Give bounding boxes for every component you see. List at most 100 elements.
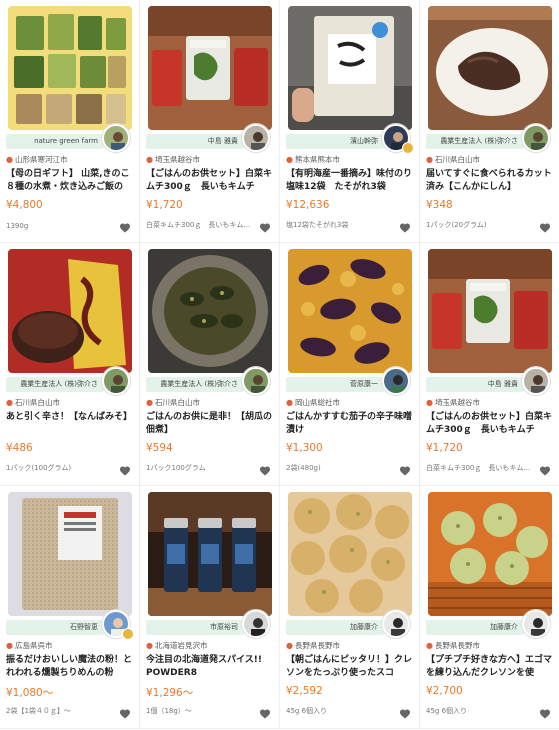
product-title[interactable]: 今注目の北海道発スパイス!! POWDER8 [145, 654, 274, 680]
product-card[interactable]: 農業生産法人 (株)弥介さ ● 石川県白山市 あと引く辛さ！【なんばみそ】 ¥48… [0, 243, 140, 486]
producer-name[interactable]: 農業生産法人 (株)弥介さ [426, 134, 524, 149]
producer-name[interactable]: 農業生産法人 (株)弥介さ [146, 377, 244, 392]
heart-icon[interactable] [259, 708, 271, 720]
avatar[interactable] [242, 610, 270, 638]
product-image[interactable] [287, 492, 412, 616]
heart-icon[interactable] [399, 222, 411, 234]
product-spec: 白菜キムチ300ｇ 長いもキム… [146, 221, 251, 229]
product-title[interactable]: 【有明海産一番摘み】味付のり 塩味12袋 たそがれ3袋 [285, 168, 414, 194]
product-card[interactable]: 農業生産法人 (株)弥介さ ● 石川県白山市 ごはんのお供に是非！【胡瓜の佃煮】 … [140, 243, 280, 486]
product-title[interactable]: 届いてすぐに食べられるカット済み【こんかにしん】 [425, 168, 554, 194]
product-image[interactable] [7, 492, 132, 616]
product-price: ¥4,800 [6, 199, 43, 211]
location: ● 山形県寒河江市 [5, 154, 134, 165]
producer-name[interactable]: 加藤康介 [286, 620, 384, 635]
product-title[interactable]: あと引く辛さ！【なんばみそ】 [5, 411, 134, 437]
product-card[interactable]: 菅原康一 ● 岡山県総社市 ごはんかすすむ茄子の辛子味噌漬け ¥1,300 2袋(… [280, 243, 420, 486]
product-spec: 1パック(100グラム) [6, 464, 72, 472]
product-image[interactable] [147, 6, 272, 130]
product-title[interactable]: 振るだけおいしい魔法の粉！とれわれる燻製ちりめんの粉 [5, 654, 134, 680]
product-price: ¥1,080〜 [6, 687, 54, 699]
avatar[interactable] [102, 367, 130, 395]
avatar[interactable] [522, 367, 550, 395]
heart-icon[interactable] [399, 708, 411, 720]
product-card[interactable]: 加藤康介 ● 長野県長野市 【朝ごはんにピッタリ！】クレソンをたっぷり使ったスコ … [280, 486, 420, 729]
producer-row[interactable]: 農業生産法人 (株)弥介さ [425, 124, 554, 152]
product-title[interactable]: 【母の日ギフト】 山菜,きのこ８種の水煮・炊き込みご飯の [5, 168, 134, 194]
product-image[interactable] [287, 6, 412, 130]
producer-name[interactable]: 加藤康介 [426, 620, 524, 635]
producer-name[interactable]: 石野智恵 [6, 620, 104, 635]
product-price: ¥1,300 [286, 442, 323, 454]
producer-name[interactable]: 中島 雅貴 [426, 377, 524, 392]
product-image[interactable] [427, 6, 552, 130]
location: ● 長野県長野市 [425, 640, 554, 651]
heart-icon[interactable] [119, 708, 131, 720]
heart-icon[interactable] [539, 222, 551, 234]
producer-name[interactable]: 農業生産法人 (株)弥介さ [6, 377, 104, 392]
product-title[interactable]: 【ごはんのお供セット】白菜キムチ300ｇ 長いもキムチ [425, 411, 554, 437]
location-text: 広島県呉市 [14, 641, 53, 650]
avatar[interactable] [382, 367, 410, 395]
producer-name[interactable]: 市原裕司 [146, 620, 244, 635]
producer-row[interactable]: 中島 雅貴 [145, 124, 274, 152]
heart-icon[interactable] [259, 222, 271, 234]
product-image[interactable] [427, 249, 552, 373]
heart-icon[interactable] [259, 465, 271, 477]
product-card[interactable]: 市原裕司 ● 北海道岩見沢市 今注目の北海道発スパイス!! POWDER8 ¥1,… [140, 486, 280, 729]
producer-name[interactable]: nature green farm [6, 134, 104, 149]
producer-row[interactable]: 菅原康一 [285, 367, 414, 395]
avatar[interactable] [522, 124, 550, 152]
product-spec: 1パック100グラム [146, 464, 206, 472]
producer-row[interactable]: nature green farm [5, 124, 134, 152]
avatar[interactable] [522, 610, 550, 638]
product-image[interactable] [287, 249, 412, 373]
product-spec: 45g 6個入り [426, 707, 468, 715]
product-title[interactable]: 【ごはんのお供セット】白菜キムチ300ｇ 長いもキムチ [145, 168, 274, 194]
location-text: 石川県白山市 [434, 155, 480, 164]
avatar[interactable] [382, 610, 410, 638]
product-image[interactable] [7, 6, 132, 130]
avatar[interactable] [242, 124, 270, 152]
product-image[interactable] [147, 249, 272, 373]
product-card[interactable]: nature green farm ● 山形県寒河江市 【母の日ギフト】 山菜,き… [0, 0, 140, 243]
product-image[interactable] [147, 492, 272, 616]
product-title[interactable]: 【朝ごはんにピッタリ！】クレソンをたっぷり使ったスコ [285, 654, 414, 680]
producer-name[interactable]: 中島 雅貴 [146, 134, 244, 149]
product-title[interactable]: ごはんかすすむ茄子の辛子味噌漬け [285, 411, 414, 437]
producer-row[interactable]: 農業生産法人 (株)弥介さ [145, 367, 274, 395]
product-card[interactable]: 加藤康介 ● 長野県長野市 【プチプチ好きな方へ】エゴマを練り込んだクレソンを使 … [420, 486, 559, 729]
producer-row[interactable]: 加藤康介 [285, 610, 414, 638]
product-image[interactable] [7, 249, 132, 373]
avatar[interactable] [102, 124, 130, 152]
product-price: ¥348 [426, 199, 453, 211]
pin-icon: ● [6, 398, 13, 407]
producer-row[interactable]: 加藤康介 [425, 610, 554, 638]
heart-icon[interactable] [119, 465, 131, 477]
pin-icon: ● [426, 641, 433, 650]
product-card[interactable]: 濱山幹弥 ● 熊本県熊本市 【有明海産一番摘み】味付のり 塩味12袋 たそがれ3袋… [280, 0, 420, 243]
pin-icon: ● [286, 155, 293, 164]
location-text: 石川県白山市 [154, 398, 200, 407]
product-card[interactable]: 中島 雅貴 ● 埼玉県越谷市 【ごはんのお供セット】白菜キムチ300ｇ 長いもキム… [420, 243, 559, 486]
heart-icon[interactable] [539, 708, 551, 720]
product-card[interactable]: 石野智恵 ● 広島県呉市 振るだけおいしい魔法の粉！とれわれる燻製ちりめんの粉 ¥… [0, 486, 140, 729]
producer-row[interactable]: 農業生産法人 (株)弥介さ [5, 367, 134, 395]
producer-row[interactable]: 中島 雅貴 [425, 367, 554, 395]
producer-row[interactable]: 石野智恵 [5, 610, 134, 640]
producer-name[interactable]: 菅原康一 [286, 377, 384, 392]
producer-row[interactable]: 市原裕司 [145, 610, 274, 638]
location: ● 広島県呉市 [5, 640, 134, 651]
producer-name[interactable]: 濱山幹弥 [286, 134, 384, 149]
product-card[interactable]: 中島 雅貴 ● 埼玉県越谷市 【ごはんのお供セット】白菜キムチ300ｇ 長いもキム… [140, 0, 280, 243]
product-card[interactable]: 農業生産法人 (株)弥介さ ● 石川県白山市 届いてすぐに食べられるカット済み【こ… [420, 0, 559, 243]
location: ● 長野県長野市 [285, 640, 414, 651]
product-title[interactable]: ごはんのお供に是非！【胡瓜の佃煮】 [145, 411, 274, 437]
product-image[interactable] [427, 492, 552, 616]
producer-row[interactable]: 濱山幹弥 [285, 124, 414, 154]
heart-icon[interactable] [539, 465, 551, 477]
avatar[interactable] [242, 367, 270, 395]
heart-icon[interactable] [399, 465, 411, 477]
heart-icon[interactable] [119, 222, 131, 234]
product-title[interactable]: 【プチプチ好きな方へ】エゴマを練り込んだクレソンを使 [425, 654, 554, 680]
